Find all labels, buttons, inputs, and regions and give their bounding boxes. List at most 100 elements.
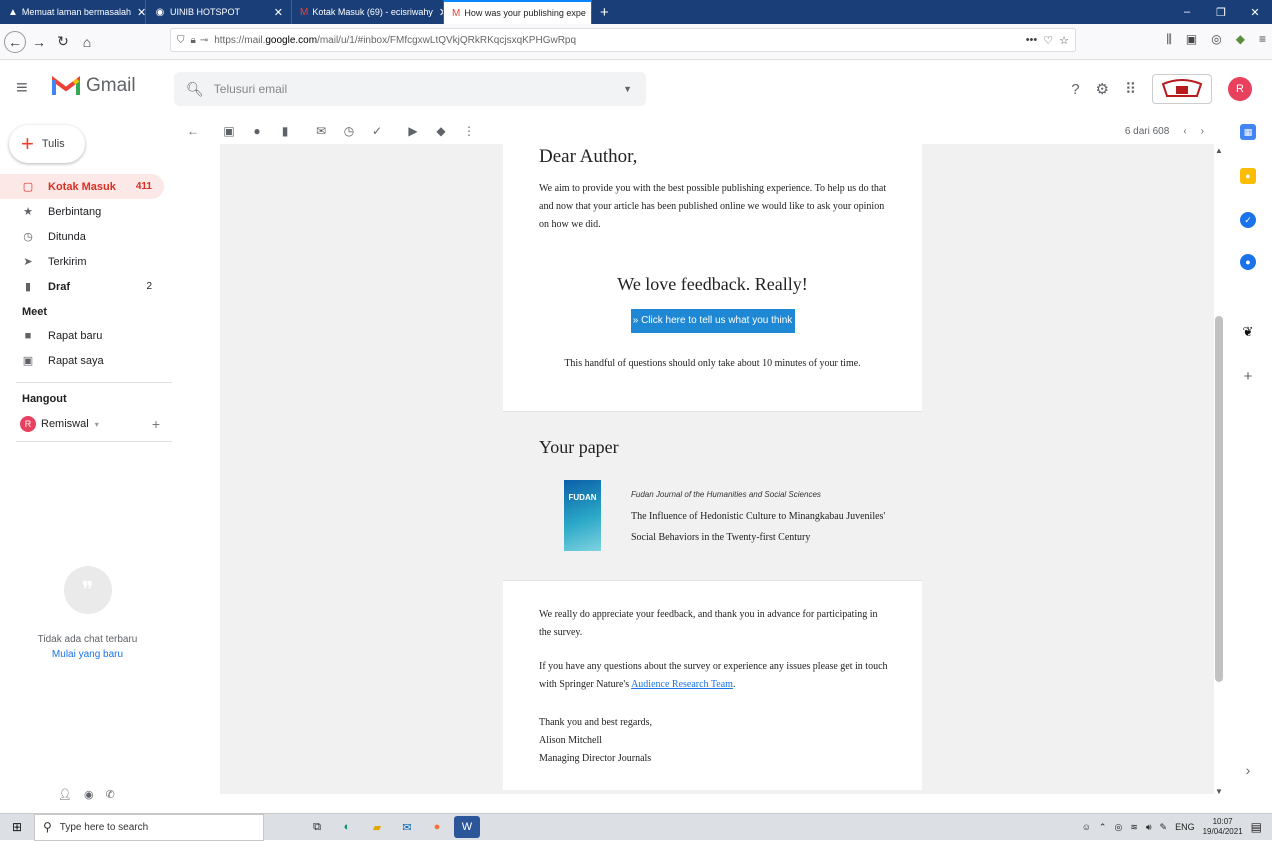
scroll-down-icon[interactable]: ▼ (1214, 787, 1224, 796)
organization-logo[interactable] (1152, 74, 1212, 104)
start-chat-link[interactable]: Mulai yang baru (0, 649, 175, 660)
bookmark-star-icon[interactable]: ☆ (1059, 34, 1069, 47)
minimize-icon[interactable]: – (1170, 6, 1204, 18)
url-prefix: https://mail. (214, 34, 266, 46)
phone-icon[interactable]: ✆ (106, 788, 115, 801)
taskbar-search-input[interactable]: Type here to search (60, 822, 148, 833)
notifications-icon[interactable]: ▤ (1251, 820, 1262, 834)
apps-grid-icon[interactable]: ⠿ (1125, 80, 1136, 98)
taskbar-search[interactable]: ⚲ Type here to search (34, 813, 264, 841)
sidebar-item-snoozed[interactable]: ◷ Ditunda (0, 224, 164, 249)
browser-tab-3[interactable]: M Kotak Masuk (69) - ecisriwahy ✕ (292, 0, 444, 24)
browser-menu-icon[interactable]: ≡ (1259, 32, 1266, 47)
hangout-user[interactable]: R Remiswal ▾ + (20, 416, 160, 432)
input-language[interactable]: ENG (1175, 822, 1195, 832)
expand-panel-icon[interactable]: › (1240, 762, 1256, 778)
contacts-app-icon[interactable]: ● (1240, 254, 1256, 270)
report-spam-icon[interactable]: ● (247, 124, 267, 138)
back-icon[interactable]: ← (4, 30, 26, 53)
search-options-icon[interactable]: ▼ (623, 84, 632, 94)
account-icon[interactable]: ◎ (1211, 32, 1221, 47)
scroll-up-icon[interactable]: ▲ (1214, 146, 1224, 155)
calendar-app-icon[interactable]: ▦ (1240, 124, 1256, 140)
back-to-inbox-icon[interactable]: ← (183, 124, 203, 138)
sidebar-item-drafts[interactable]: ▮ Draf 2 (0, 274, 164, 299)
sidebar-item-label: Draf (48, 280, 71, 293)
browser-tab-1[interactable]: ▲ Memuat laman bermasalah ✕ (0, 0, 146, 24)
scrollbar-thumb[interactable] (1215, 316, 1223, 682)
wifi-icon[interactable]: ≋ (1130, 822, 1138, 833)
snooze-icon[interactable]: ◷ (339, 124, 359, 138)
system-clock[interactable]: 10:07 19/04/2021 (1203, 817, 1243, 837)
archive-icon[interactable]: ▣ (219, 124, 239, 138)
forward-icon[interactable]: → (28, 31, 50, 53)
pen-icon[interactable]: ✎ (1160, 822, 1168, 833)
file-explorer-icon[interactable]: ▰ (364, 816, 390, 838)
label-icon[interactable]: ◆ (431, 124, 451, 138)
location-icon[interactable]: ◉ (84, 788, 94, 801)
task-view-icon[interactable]: ⧉ (304, 816, 330, 838)
get-addons-icon[interactable]: + (1240, 368, 1256, 385)
addon-icon[interactable]: ❦ (1240, 324, 1256, 340)
people-icon[interactable]: ☺ (1082, 822, 1091, 832)
windows-start-icon[interactable]: ⊞ (0, 820, 34, 834)
sidebar-toggle-icon[interactable]: ▣ (1186, 32, 1197, 47)
sidebar-item-new-meeting[interactable]: ■ Rapat baru (0, 323, 164, 348)
volume-icon[interactable]: 🔊︎ (1146, 822, 1152, 833)
message-scrollbar[interactable]: ▲ ▼ (1214, 144, 1224, 796)
close-tab-icon[interactable]: ✕ (433, 6, 443, 19)
search-input[interactable]: Telusuri email (214, 82, 287, 96)
add-task-icon[interactable]: ✓ (367, 124, 387, 138)
page-actions-icon[interactable]: ••• (1026, 34, 1038, 47)
pocket-icon[interactable]: ♡ (1043, 34, 1053, 47)
mail-app-icon[interactable]: ✉ (394, 816, 420, 838)
tray-chevron-icon[interactable]: ⌃ (1099, 822, 1107, 833)
new-tab-button[interactable]: + (592, 0, 617, 24)
close-tab-icon[interactable]: ✕ (131, 6, 145, 19)
search-icon[interactable]: 🔍︎ (186, 81, 204, 98)
network-icon[interactable]: ◎ (1114, 822, 1122, 833)
sidebar-item-starred[interactable]: ★ Berbintang (0, 199, 164, 224)
edge-icon[interactable]: ◐ (334, 816, 360, 838)
mark-unread-icon[interactable]: ✉ (311, 124, 331, 138)
extension-icon[interactable]: ◆ (1236, 32, 1245, 47)
home-icon[interactable]: ⌂ (76, 31, 98, 53)
your-paper-section: Your paper FUDAN Fudan Journal of the Hu… (503, 411, 922, 581)
search-bar[interactable]: 🔍︎ Telusuri email ▼ (174, 72, 646, 106)
gmail-logo[interactable]: Gmail (52, 75, 136, 97)
browser-tab-4[interactable]: M How was your publishing expe ✕ (444, 0, 592, 24)
add-chat-icon[interactable]: + (152, 416, 160, 432)
account-avatar[interactable]: R (1228, 77, 1252, 101)
person-icon[interactable]: 👤︎ (58, 788, 72, 801)
library-icon[interactable]: ⫼ (1166, 32, 1172, 47)
move-to-icon[interactable]: ▶ (403, 124, 423, 138)
tasks-app-icon[interactable]: ✓ (1240, 212, 1256, 228)
chevron-down-icon[interactable]: ▾ (95, 420, 99, 429)
delete-icon[interactable]: ▮ (275, 124, 295, 138)
hamburger-menu-icon[interactable]: ≡ (16, 77, 28, 100)
gear-icon[interactable]: ⚙ (1096, 80, 1109, 98)
word-icon[interactable]: W (454, 816, 480, 838)
help-icon[interactable]: ? (1071, 81, 1079, 98)
sidebar-item-sent[interactable]: ➤ Terkirim (0, 249, 164, 274)
more-options-icon[interactable]: ⋮ (459, 124, 479, 138)
maximize-icon[interactable]: ❐ (1204, 6, 1238, 19)
sidebar-item-my-meetings[interactable]: ▣ Rapat saya (0, 348, 164, 373)
windows-taskbar: ⊞ ⚲ Type here to search ⧉ ◐ ▰ ✉ ● W ☺ ⌃ … (0, 813, 1272, 841)
survey-cta-button[interactable]: » Click here to tell us what you think (630, 309, 795, 333)
reload-icon[interactable]: ↻ (52, 31, 74, 53)
browser-tab-2[interactable]: ◉ UINIB HOTSPOT ✕ (146, 0, 292, 24)
compose-button[interactable]: + Tulis (9, 125, 85, 163)
url-bar[interactable]: ⛉ 🔒︎ ⊸ https://mail. google.com/mail/u/1/… (170, 28, 1076, 52)
journal-cover-image[interactable]: FUDAN (564, 480, 601, 551)
next-message-icon[interactable]: › (1201, 126, 1204, 137)
firefox-icon[interactable]: ● (424, 816, 450, 838)
close-tab-icon[interactable]: ✕ (268, 6, 283, 19)
gmail-header: ≡ Gmail 🔍︎ Telusuri email ▼ ? ⚙ ⠿ R (0, 60, 1272, 118)
audience-research-link[interactable]: Audience Research Team (631, 679, 733, 690)
keep-app-icon[interactable]: ● (1240, 168, 1256, 184)
sidebar-item-inbox[interactable]: ▢ Kotak Masuk 411 (0, 174, 164, 199)
prev-message-icon[interactable]: ‹ (1183, 126, 1186, 137)
signer-name: Alison Mitchell (539, 735, 603, 746)
close-window-icon[interactable]: ✕ (1238, 6, 1272, 19)
